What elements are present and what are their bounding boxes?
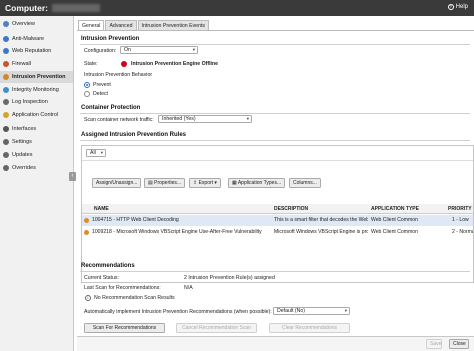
chevron-down-icon: ▾ (192, 47, 195, 52)
column-header-priority[interactable]: PRIORITY (448, 205, 472, 213)
clear-recommendations-button[interactable]: Clear Recommendations (269, 323, 350, 333)
rules-table: All ▾ Assign/Unassign... ▤ Properties... … (81, 145, 474, 283)
interfaces-icon (3, 126, 9, 132)
properties-button[interactable]: ▤ Properties... (144, 178, 186, 188)
chevron-down-icon: ▾ (246, 116, 249, 121)
prevent-radio[interactable]: Prevent (84, 82, 111, 88)
state-label: State: (84, 61, 98, 67)
chevron-down-icon: ▾ (213, 180, 217, 186)
help-link[interactable]: ? Help (447, 4, 468, 10)
auto-implement-select[interactable]: Default (No) ▾ (273, 307, 350, 315)
radio-selected-icon (84, 82, 90, 88)
log-inspection-icon (3, 99, 9, 105)
firewall-icon (3, 61, 9, 67)
configuration-label: Configuration: (84, 48, 117, 54)
settings-icon (3, 139, 9, 145)
cancel-recommendation-scan-button[interactable]: Cancel Recommendation Scan (176, 323, 257, 333)
auto-implement-label: Automatically implement Intrusion Preven… (84, 309, 272, 315)
divider (82, 160, 473, 161)
anti-malware-icon (3, 36, 9, 42)
recommendations-heading: Recommendations (81, 263, 135, 269)
chevron-down-icon: ▾ (344, 308, 347, 313)
info-icon: i (85, 295, 91, 301)
application-control-icon (3, 112, 9, 118)
column-header-application-type[interactable]: APPLICATION TYPE (371, 205, 419, 213)
sidebar-item-settings[interactable]: Settings (0, 136, 73, 148)
sidebar: Overview Anti-Malware Web Reputation Fir… (0, 16, 74, 351)
overrides-icon (3, 165, 9, 171)
assign-unassign-button[interactable]: Assign/Unassign... (92, 178, 142, 188)
last-scan-value: N/A (184, 285, 193, 291)
scan-container-select[interactable]: Inherited (Yes) ▾ (158, 115, 252, 123)
radio-unselected-icon (84, 91, 90, 97)
state-error-icon (121, 61, 127, 67)
title-bar: Computer: ? Help (0, 0, 474, 16)
help-label: Help (455, 4, 468, 10)
window-title: Computer: (5, 3, 48, 13)
sidebar-item-anti-malware[interactable]: Anti-Malware (0, 33, 73, 45)
column-header-description[interactable]: DESCRIPTION (274, 205, 308, 213)
computer-name-redacted (52, 4, 100, 12)
integrity-monitoring-icon (3, 87, 9, 93)
sidebar-item-overview[interactable]: Overview (0, 18, 73, 30)
table-row[interactable]: 1009218 - Microsoft Windows VBScript Eng… (82, 227, 473, 238)
divider (80, 140, 470, 141)
application-types-button[interactable]: ▦ Application Types... (228, 178, 286, 188)
sidebar-item-log-inspection[interactable]: Log Inspection (0, 96, 73, 108)
chevron-left-icon: ‹ (71, 173, 74, 179)
divider (80, 44, 470, 45)
scan-for-recommendations-button[interactable]: Scan For Recommendations (84, 323, 165, 333)
general-panel: Intrusion Prevention Configuration: On ▾ … (77, 30, 474, 351)
sidebar-item-overrides[interactable]: Overrides (0, 162, 73, 174)
sidebar-item-interfaces[interactable]: Interfaces (0, 123, 73, 135)
sidebar-item-integrity-monitoring[interactable]: Integrity Monitoring (0, 84, 73, 96)
intrusion-prevention-heading: Intrusion Prevention (81, 36, 140, 42)
intrusion-prevention-icon (3, 74, 9, 80)
assigned-rules-heading: Assigned Intrusion Prevention Rules (81, 132, 187, 138)
detect-radio[interactable]: Detect (84, 91, 108, 97)
current-status-label: Current Status: (84, 275, 119, 281)
no-results-text: No Recommendation Scan Results (94, 295, 175, 301)
container-protection-heading: Container Protection (81, 105, 141, 111)
rule-icon (84, 218, 89, 223)
overview-icon (3, 21, 9, 27)
collapse-sidebar-button[interactable]: ‹ (69, 172, 76, 181)
column-header-name[interactable]: NAME (94, 205, 109, 213)
sidebar-item-firewall[interactable]: Firewall (0, 58, 73, 70)
configuration-select[interactable]: On ▾ (120, 46, 198, 54)
close-button[interactable]: Close (449, 339, 469, 349)
behavior-label: Intrusion Prevention Behavior (84, 72, 153, 78)
sidebar-item-application-control[interactable]: Application Control (0, 109, 73, 121)
divider (80, 113, 470, 114)
rules-filter-select[interactable]: All ▾ (86, 149, 106, 157)
web-reputation-icon (3, 48, 9, 54)
last-scan-label: Last Scan for Recommendations: (84, 285, 161, 291)
save-button[interactable]: Save (426, 339, 442, 349)
table-row[interactable]: 1004715 - HTTP Web Client Decoding This … (82, 215, 473, 226)
sidebar-item-web-reputation[interactable]: Web Reputation (0, 45, 73, 57)
sidebar-item-updates[interactable]: Updates (0, 149, 73, 161)
scan-container-label: Scan container network traffic: (84, 117, 154, 123)
state-value: Intrusion Prevention Engine Offline (131, 61, 219, 67)
chevron-down-icon: ▾ (100, 150, 103, 155)
export-button[interactable]: ⇪ Export ▾ (189, 178, 221, 188)
rule-icon (84, 230, 89, 235)
footer-bar: Save Close (77, 336, 474, 351)
sidebar-item-intrusion-prevention[interactable]: Intrusion Prevention (0, 71, 73, 83)
updates-icon (3, 152, 9, 158)
divider (80, 271, 470, 272)
help-icon: ? (447, 4, 454, 10)
columns-button[interactable]: Columns... (289, 178, 321, 188)
current-status-value: 2 Intrusion Prevention Rule(s) assigned (184, 275, 275, 281)
